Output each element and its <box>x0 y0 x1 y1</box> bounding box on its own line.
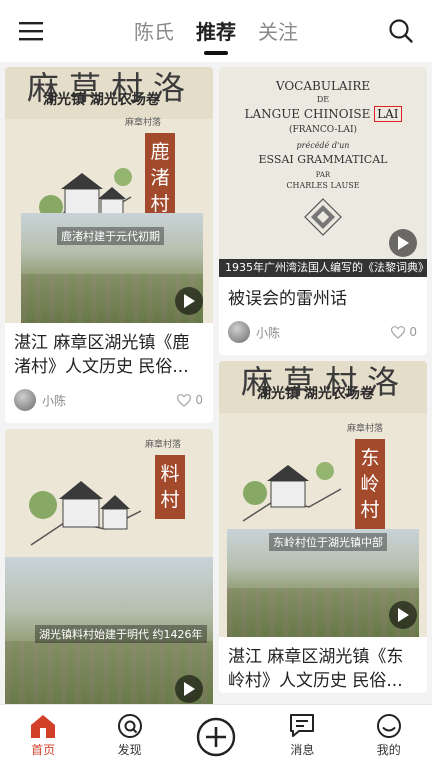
heart-icon <box>391 325 406 339</box>
play-button[interactable] <box>389 229 417 257</box>
village-sketch-image <box>29 481 142 546</box>
tab-chen[interactable]: 陈氏 <box>134 16 174 45</box>
tab-follow[interactable]: 关注 <box>258 16 298 45</box>
cover-head-subtitle: 湖光镇 湖光农场卷 <box>257 386 374 402</box>
author-name: 小陈 <box>256 325 281 340</box>
play-icon <box>184 682 195 696</box>
play-button[interactable] <box>175 675 203 703</box>
nav-label: 发现 <box>117 743 142 757</box>
add-icon <box>196 717 236 757</box>
play-icon <box>184 294 195 308</box>
cover-line: VOCABULAIRE <box>275 79 371 93</box>
avatar <box>228 321 250 343</box>
card-meta: 小陈 0 <box>219 315 427 355</box>
author-name: 小陈 <box>42 393 67 408</box>
lai-highlight: LAI <box>374 106 402 122</box>
cover-line-language: LANGUE CHINOISE LAI <box>219 106 427 122</box>
nav-discover[interactable]: 发现 <box>100 713 160 758</box>
like-button[interactable]: 0 <box>177 393 203 407</box>
cover-vertical-title: 料村 <box>155 455 185 519</box>
feed-card[interactable]: 麻草村洛 湖光镇 湖光农场卷 麻章村落 东岭村 东岭村位于湖光镇中部 湛江 麻章… <box>219 361 427 693</box>
card-thumbnail[interactable]: VOCABULAIRE DE LANGUE CHINOISE LAI (FRAN… <box>219 67 427 277</box>
cover-line: ESSAI GRAMMATICAL <box>258 153 388 166</box>
book-cover: 麻草村洛 湖光镇 湖光农场卷 麻章村落 鹿渚村 鹿渚村建于元代初期 <box>5 67 213 323</box>
village-sketch-image <box>242 462 342 522</box>
like-count: 0 <box>409 325 417 339</box>
play-button[interactable] <box>175 287 203 315</box>
bottom-nav: 首页 发现 消息 我的 <box>0 704 432 768</box>
nav-label: 首页 <box>31 743 56 757</box>
author[interactable]: 小陈 <box>14 389 66 411</box>
card-thumbnail[interactable]: 麻草村洛 湖光镇 湖光农场卷 麻章村落 鹿渚村 鹿渚村建于元代初期 <box>5 67 213 323</box>
feed-column-right: VOCABULAIRE DE LANGUE CHINOISE LAI (FRAN… <box>219 67 427 699</box>
search-button[interactable] <box>370 0 432 62</box>
cover-line: PAR <box>315 171 331 179</box>
photo-caption: 鹿渚村建于元代初期 <box>57 227 164 245</box>
play-icon <box>398 608 409 622</box>
cover-subtitle: 麻章村落 <box>125 118 162 128</box>
play-icon <box>398 236 409 250</box>
nav-label: 我的 <box>376 743 401 757</box>
card-title[interactable]: 被误会的雷州话 <box>219 277 427 315</box>
like-count: 0 <box>195 393 203 407</box>
menu-button[interactable] <box>0 0 62 62</box>
cover-subtitle: 麻章村落 <box>145 440 182 450</box>
author[interactable]: 小陈 <box>228 321 280 343</box>
like-button[interactable]: 0 <box>391 325 417 339</box>
nav-add[interactable] <box>186 713 246 757</box>
app-root: 陈氏 推荐 关注 麻草村洛 湖光镇 湖光农场卷 麻章村落 鹿渚村 鹿渚村建于元代… <box>0 0 432 768</box>
cover-line: (FRANCO-LAI) <box>288 125 358 135</box>
card-meta: 小陈 0 <box>5 379 213 423</box>
card-thumbnail[interactable]: 麻章村落 料村 湖光镇料村始建于明代 约1426年 <box>5 429 213 704</box>
book-cover: 麻章村落 料村 湖光镇料村始建于明代 约1426年 <box>5 429 213 704</box>
menu-icon <box>19 22 43 41</box>
feed-column-left: 麻草村洛 湖光镇 湖光农场卷 麻章村落 鹿渚村 鹿渚村建于元代初期 湛江 麻章区… <box>5 67 213 704</box>
search-icon <box>389 19 413 43</box>
nav-profile[interactable]: 我的 <box>359 713 419 758</box>
message-icon <box>290 714 315 737</box>
play-button[interactable] <box>389 601 417 629</box>
cover-line: précédé d'un <box>296 141 350 150</box>
photo-caption: 东岭村位于湖光镇中部 <box>269 533 387 551</box>
photo-caption: 湖光镇料村始建于明代 约1426年 <box>35 625 207 643</box>
heart-icon <box>177 393 192 407</box>
cover-subtitle: 麻章村落 <box>347 424 384 434</box>
top-bar: 陈氏 推荐 关注 <box>0 0 432 62</box>
home-icon <box>31 715 56 738</box>
ornament-image <box>304 198 342 236</box>
nav-home[interactable]: 首页 <box>13 713 73 758</box>
feed-card[interactable]: VOCABULAIRE DE LANGUE CHINOISE LAI (FRAN… <box>219 67 427 355</box>
feed-card[interactable]: 麻草村洛 湖光镇 湖光农场卷 麻章村落 鹿渚村 鹿渚村建于元代初期 湛江 麻章区… <box>5 67 213 423</box>
cover-line: CHARLES LAUSE <box>286 181 360 190</box>
nav-label: 消息 <box>290 743 315 757</box>
feed-card[interactable]: 麻章村落 料村 湖光镇料村始建于明代 约1426年 <box>5 429 213 704</box>
cover-caption: 1935年广州湾法国人编写的《法黎词典》 <box>219 259 427 277</box>
book-cover: 麻草村洛 湖光镇 湖光农场卷 麻章村落 东岭村 东岭村位于湖光镇中部 <box>219 361 427 637</box>
card-thumbnail[interactable]: 麻草村洛 湖光镇 湖光农场卷 麻章村落 东岭村 东岭村位于湖光镇中部 <box>219 361 427 637</box>
card-title[interactable]: 湛江 麻章区湖光镇《东岭村》人文历史 民俗... <box>219 637 427 693</box>
cover-vertical-title: 鹿渚村 <box>145 133 175 223</box>
cover-head-subtitle: 湖光镇 湖光农场卷 <box>43 92 160 108</box>
feed-tabs: 陈氏 推荐 关注 <box>134 0 298 62</box>
avatar <box>14 389 36 411</box>
feed: 麻草村洛 湖光镇 湖光农场卷 麻章村落 鹿渚村 鹿渚村建于元代初期 湛江 麻章区… <box>0 62 432 704</box>
cover-line: DE <box>316 95 330 104</box>
nav-messages[interactable]: 消息 <box>272 713 332 758</box>
card-title[interactable]: 湛江 麻章区湖光镇《鹿渚村》人文历史 民俗... <box>5 323 213 379</box>
discover-icon <box>117 714 142 738</box>
tab-recommend[interactable]: 推荐 <box>196 16 236 45</box>
profile-icon <box>376 714 401 738</box>
cover-vertical-title: 东岭村 <box>355 439 385 529</box>
